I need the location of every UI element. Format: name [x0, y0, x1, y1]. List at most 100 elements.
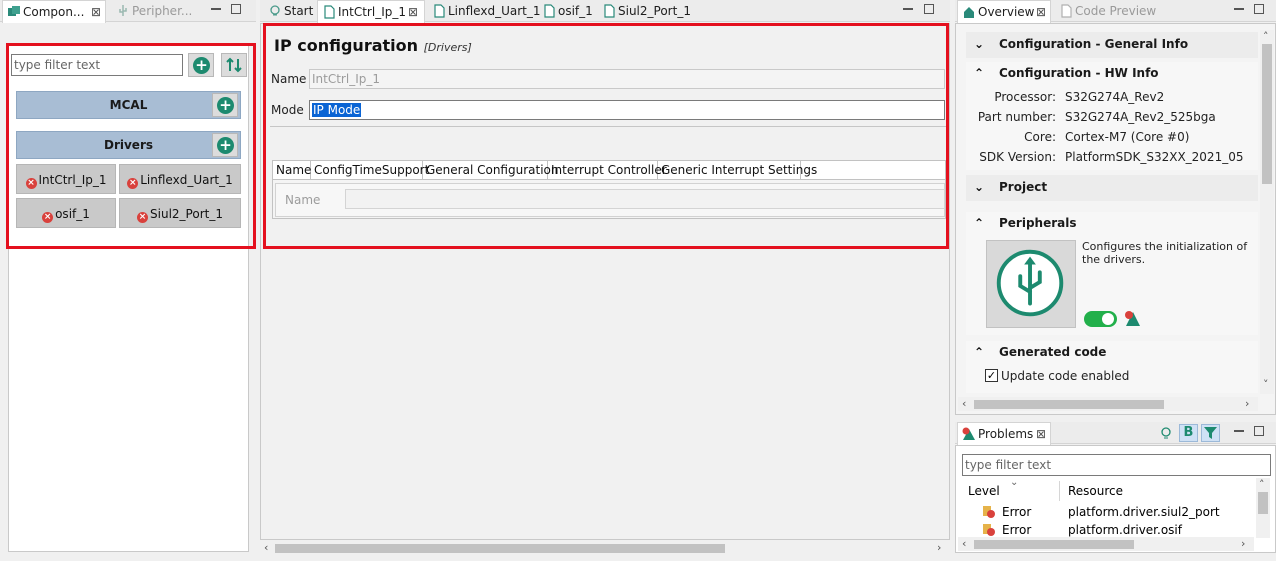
maximize-icon[interactable] — [924, 4, 934, 14]
table-row[interactable]: Error platform.driver.siul2_port — [962, 503, 1256, 521]
filter-icon — [1204, 427, 1217, 439]
tab-intctrl[interactable]: IntCtrl_Ip_1 ⊠ — [317, 0, 425, 23]
tab-start[interactable]: Start — [264, 0, 316, 22]
scroll-thumb[interactable] — [1258, 492, 1268, 514]
tab-overview[interactable]: Overview ⊠ — [957, 0, 1051, 23]
lightbulb-icon[interactable] — [1158, 425, 1174, 441]
overview-vscroll[interactable]: ˄ ˅ — [1260, 30, 1274, 394]
name-field[interactable]: IntCtrl_Ip_1 — [309, 69, 945, 89]
scroll-left-icon[interactable]: ‹ — [264, 541, 268, 555]
scroll-down-icon[interactable]: ˅ — [1263, 378, 1269, 392]
update-code-checkbox[interactable]: ✓ — [985, 369, 998, 382]
file-icon — [604, 4, 615, 18]
tab-components[interactable]: Compon... ⊠ — [2, 0, 106, 23]
chevron-up-icon[interactable]: ⌃ — [974, 66, 984, 80]
scroll-left-icon[interactable]: ‹ — [962, 397, 966, 411]
section-peripherals-title: Peripherals — [999, 216, 1077, 230]
sort-button[interactable] — [221, 53, 247, 77]
component-label: osif_1 — [55, 207, 90, 221]
chevron-up-icon[interactable]: ⌃ — [974, 345, 984, 359]
mode-value: IP Mode — [312, 103, 362, 117]
tab-code-preview[interactable]: Code Preview — [1055, 0, 1156, 22]
scroll-right-icon[interactable]: › — [937, 541, 941, 555]
scroll-up-icon[interactable]: ˄ — [1263, 30, 1269, 44]
section-generated-title: Generated code — [999, 345, 1107, 359]
minimize-icon[interactable] — [903, 4, 913, 10]
config-tab-interrupt-controller[interactable]: Interrupt Controller — [548, 161, 667, 180]
add-driver-button[interactable]: + — [212, 133, 238, 157]
config-tab-general-configuration[interactable]: General Configuration — [423, 161, 559, 180]
section-project[interactable]: ⌄ Project — [966, 175, 1258, 201]
sort-arrows-icon — [226, 57, 242, 73]
components-tabbar: Compon... ⊠ Peripher... — [0, 0, 256, 23]
component-osif[interactable]: × osif_1 — [16, 198, 116, 228]
scroll-thumb[interactable] — [1262, 44, 1272, 184]
config-tab-generic-interrupt-settings[interactable]: Generic Interrupt Settings — [658, 161, 817, 180]
problems-vscroll[interactable]: ˄ — [1256, 478, 1270, 538]
scroll-thumb[interactable] — [275, 544, 725, 553]
config-tab-body: Name — [275, 183, 945, 217]
component-filter-input[interactable] — [11, 54, 183, 76]
maximize-icon[interactable] — [1254, 426, 1264, 436]
usb-icon — [119, 5, 127, 16]
component-linflexd[interactable]: × Linflexd_Uart_1 — [119, 164, 241, 194]
mode-select[interactable]: IP Mode — [309, 100, 945, 120]
inner-name-field[interactable] — [345, 189, 945, 209]
filter-button[interactable] — [1201, 424, 1220, 442]
component-siul2[interactable]: × Siul2_Port_1 — [119, 198, 241, 228]
inner-name-label: Name — [285, 193, 321, 207]
close-icon[interactable]: ⊠ — [408, 1, 418, 23]
peripherals-image[interactable] — [986, 240, 1076, 328]
close-icon[interactable]: ⊠ — [91, 1, 101, 23]
group-by-button[interactable]: B — [1179, 424, 1198, 442]
group-drivers[interactable]: Drivers — [16, 131, 241, 159]
minimize-icon[interactable] — [1234, 4, 1244, 10]
tab-linflexd[interactable]: Linflexd_Uart_1 — [428, 0, 540, 22]
code-file-icon — [1061, 4, 1072, 18]
peripherals-toggle[interactable] — [1084, 311, 1117, 327]
scroll-thumb[interactable] — [974, 400, 1164, 409]
tab-osif[interactable]: osif_1 — [538, 0, 598, 22]
section-generated-code: ⌃ Generated code ✓ Update code enabled — [966, 341, 1258, 393]
tab-siul2-label: Siul2_Port_1 — [618, 4, 691, 18]
section-general-info[interactable]: ⌄ Configuration - General Info — [966, 32, 1258, 58]
hw-value: PlatformSDK_S32XX_2021_05 — [1065, 150, 1244, 164]
plus-icon: + — [193, 57, 210, 74]
tab-siul2[interactable]: Siul2_Port_1 — [598, 0, 694, 22]
close-icon[interactable]: ⊠ — [1036, 423, 1046, 445]
overview-tabbar: Overview ⊠ Code Preview — [955, 0, 1276, 23]
close-icon[interactable]: ⊠ — [1036, 1, 1046, 23]
maximize-icon[interactable] — [231, 4, 241, 14]
config-tab-name[interactable]: Name — [273, 161, 311, 180]
scroll-right-icon[interactable]: › — [1241, 537, 1245, 551]
add-mcal-button[interactable]: + — [212, 93, 238, 117]
tab-problems[interactable]: Problems ⊠ — [957, 422, 1051, 445]
group-mcal[interactable]: MCAL — [16, 91, 241, 119]
tab-components-label: Compon... — [23, 5, 85, 19]
config-tab-configtimesupport[interactable]: ConfigTimeSupport — [311, 161, 429, 180]
section-hw-title: Configuration - HW Info — [999, 66, 1159, 80]
maximize-icon[interactable] — [1254, 4, 1264, 14]
minimize-icon[interactable] — [211, 4, 221, 10]
minimize-icon[interactable] — [1234, 426, 1244, 432]
column-resource[interactable]: Resource — [1068, 484, 1123, 498]
tab-peripherals[interactable]: Peripher... — [112, 0, 196, 22]
problems-hscroll[interactable]: ‹ › — [958, 537, 1254, 551]
chevron-up-icon[interactable]: ⌃ — [974, 216, 984, 230]
scroll-right-icon[interactable]: › — [1245, 397, 1249, 411]
problems-icon — [962, 427, 975, 440]
scroll-thumb[interactable] — [974, 540, 1134, 549]
hw-value: Cortex-M7 (Core #0) — [1065, 130, 1190, 144]
scroll-left-icon[interactable]: ‹ — [962, 537, 966, 551]
section-general-title: Configuration - General Info — [999, 37, 1189, 51]
problems-table-header: Level ⌄ Resource — [962, 477, 1256, 502]
problems-filter-input[interactable] — [962, 454, 1271, 476]
scroll-up-icon[interactable]: ˄ — [1259, 478, 1265, 492]
overview-hscroll[interactable]: ‹ › — [958, 397, 1258, 411]
add-component-button[interactable]: + — [188, 53, 214, 77]
tab-linflexd-label: Linflexd_Uart_1 — [448, 4, 541, 18]
column-level[interactable]: Level — [968, 484, 1000, 498]
components-content — [8, 44, 249, 552]
component-intctrl[interactable]: × IntCtrl_Ip_1 — [16, 164, 116, 194]
editor-hscroll[interactable]: ‹ › — [261, 541, 949, 555]
